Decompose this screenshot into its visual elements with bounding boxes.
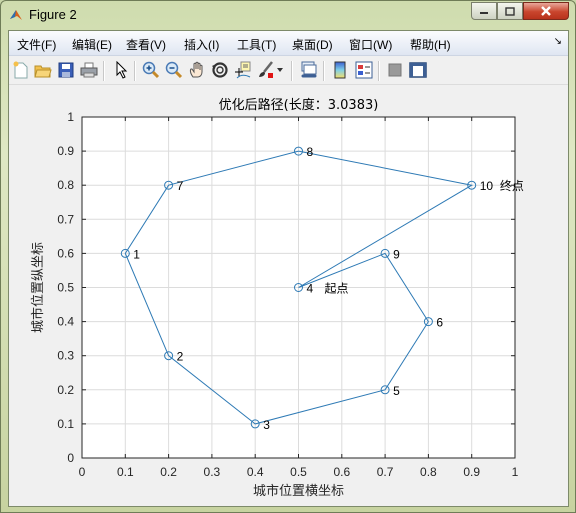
link-plot-icon — [301, 61, 317, 78]
menu-insert[interactable]: 插入(I) — [184, 36, 219, 53]
x-tick-label: 1 — [512, 465, 519, 479]
open-file-icon — [34, 65, 52, 78]
colorbar-icon — [334, 61, 346, 79]
dock-figure-icon[interactable]: ↘ — [554, 36, 562, 47]
x-tick-label: 0.6 — [333, 465, 350, 479]
colorbar-button[interactable] — [330, 60, 350, 80]
x-tick-label: 0.1 — [117, 465, 134, 479]
city-label-3: 3 — [263, 418, 270, 432]
figure-canvas: 0 0.1 0.2 0.3 0.4 0.5 0.6 0.7 0.8 0.9 1 0 0.1 0.2 0.3 0… — [9, 85, 568, 506]
new-figure-icon — [13, 61, 28, 79]
x-tick-label: 0 — [79, 465, 86, 479]
y-tick-label: 0.3 — [57, 349, 74, 363]
city-label-7: 7 — [177, 179, 184, 193]
print-icon — [80, 62, 98, 78]
y-tick-label: 1 — [67, 110, 74, 124]
close-icon — [541, 6, 551, 16]
save-button[interactable] — [56, 60, 76, 80]
figure-client-area: 文件(F) 编辑(E) 查看(V) 插入(I) 工具(T) 桌面(D) 窗口(W… — [8, 30, 569, 507]
pan-icon — [189, 61, 203, 78]
x-tick-label: 0.5 — [290, 465, 307, 479]
y-tick-label: 0.8 — [57, 178, 74, 192]
print-button[interactable] — [79, 60, 99, 80]
rotate-3d-button[interactable] — [210, 60, 230, 80]
menu-help[interactable]: 帮助(H) — [410, 36, 451, 53]
y-tick-label: 0.6 — [57, 246, 74, 260]
menu-window[interactable]: 窗口(W) — [349, 36, 392, 53]
city-label-2: 2 — [177, 350, 184, 364]
brush-icon — [259, 61, 273, 78]
x-tick-label: 0.9 — [463, 465, 480, 479]
x-tick-label: 0.3 — [204, 465, 221, 479]
close-button[interactable] — [523, 2, 569, 20]
x-axis-label: 城市位置横坐标 — [253, 483, 344, 499]
menu-tools[interactable]: 工具(T) — [237, 36, 276, 53]
maximize-icon — [505, 6, 515, 16]
maximize-button[interactable] — [497, 2, 523, 20]
x-tick-label: 0.4 — [247, 465, 264, 479]
zoom-in-icon — [142, 61, 160, 79]
legend-icon — [355, 61, 373, 79]
data-cursor-icon — [235, 61, 251, 79]
show-plot-tools-icon — [409, 62, 427, 78]
y-tick-label: 0.4 — [57, 315, 74, 329]
city-label-1: 1 — [133, 247, 140, 261]
figure-window: Figure 2 文件(F) 编辑(E) 查看(V) 插入(I) 工具(T) 桌… — [0, 0, 576, 513]
y-tick-label: 0.7 — [57, 212, 74, 226]
figure-toolbar — [9, 56, 568, 85]
pointer-button[interactable] — [111, 60, 131, 80]
city-label-9: 9 — [393, 247, 400, 261]
chevron-down-icon — [277, 68, 283, 72]
show-plot-tools-button[interactable] — [408, 60, 428, 80]
link-plot-button[interactable] — [299, 60, 319, 80]
x-tick-label: 0.8 — [420, 465, 437, 479]
rotate-3d-icon — [212, 62, 228, 78]
zoom-out-icon — [165, 61, 183, 79]
menu-view[interactable]: 查看(V) — [126, 36, 166, 53]
y-tick-label: 0.9 — [57, 144, 74, 158]
city-label-5: 5 — [393, 384, 400, 398]
y-tick-label: 0.2 — [57, 383, 74, 397]
start-point-label: 起点 — [324, 282, 348, 296]
minimize-icon — [480, 12, 488, 14]
pan-button[interactable] — [187, 60, 207, 80]
pointer-icon — [116, 61, 128, 79]
city-label-8: 8 — [307, 145, 314, 159]
x-tick-label: 0.2 — [160, 465, 177, 479]
menu-edit[interactable]: 编辑(E) — [72, 36, 112, 53]
city-label-4: 4 — [307, 282, 314, 296]
zoom-out-button[interactable] — [164, 60, 184, 80]
save-icon — [58, 62, 74, 78]
legend-button[interactable] — [354, 60, 374, 80]
minimize-button[interactable] — [471, 2, 497, 20]
end-point-label: 终点 — [500, 178, 524, 193]
new-figure-button[interactable] — [11, 60, 31, 80]
route-chart[interactable]: 0 0.1 0.2 0.3 0.4 0.5 0.6 0.7 0.8 0.9 100.10.20.30… — [9, 85, 568, 506]
brush-dropdown-button[interactable] — [275, 60, 285, 80]
matlab-logo-icon — [10, 10, 22, 20]
x-tick-label: 0.7 — [377, 465, 394, 479]
y-tick-label: 0.1 — [57, 417, 74, 431]
open-file-button[interactable] — [33, 60, 53, 80]
window-title: Figure 2 — [29, 7, 77, 22]
city-label-6: 6 — [436, 316, 443, 330]
city-label-10: 10 — [480, 179, 494, 193]
menu-desktop[interactable]: 桌面(D) — [292, 36, 333, 53]
data-cursor-button[interactable] — [233, 60, 253, 80]
chart-title: 优化后路径(长度：3.0383) — [219, 97, 379, 113]
menu-bar: 文件(F) 编辑(E) 查看(V) 插入(I) 工具(T) 桌面(D) 窗口(W… — [9, 31, 568, 56]
y-tick-label: 0.5 — [57, 281, 74, 295]
y-tick-label: 0 — [67, 451, 74, 465]
hide-plot-tools-icon — [388, 63, 402, 77]
zoom-in-button[interactable] — [141, 60, 161, 80]
title-bar[interactable]: Figure 2 — [1, 1, 575, 29]
menu-file[interactable]: 文件(F) — [17, 36, 56, 53]
y-axis-label: 城市位置纵坐标 — [30, 242, 46, 333]
brush-button[interactable] — [256, 60, 276, 80]
hide-plot-tools-button[interactable] — [385, 60, 405, 80]
